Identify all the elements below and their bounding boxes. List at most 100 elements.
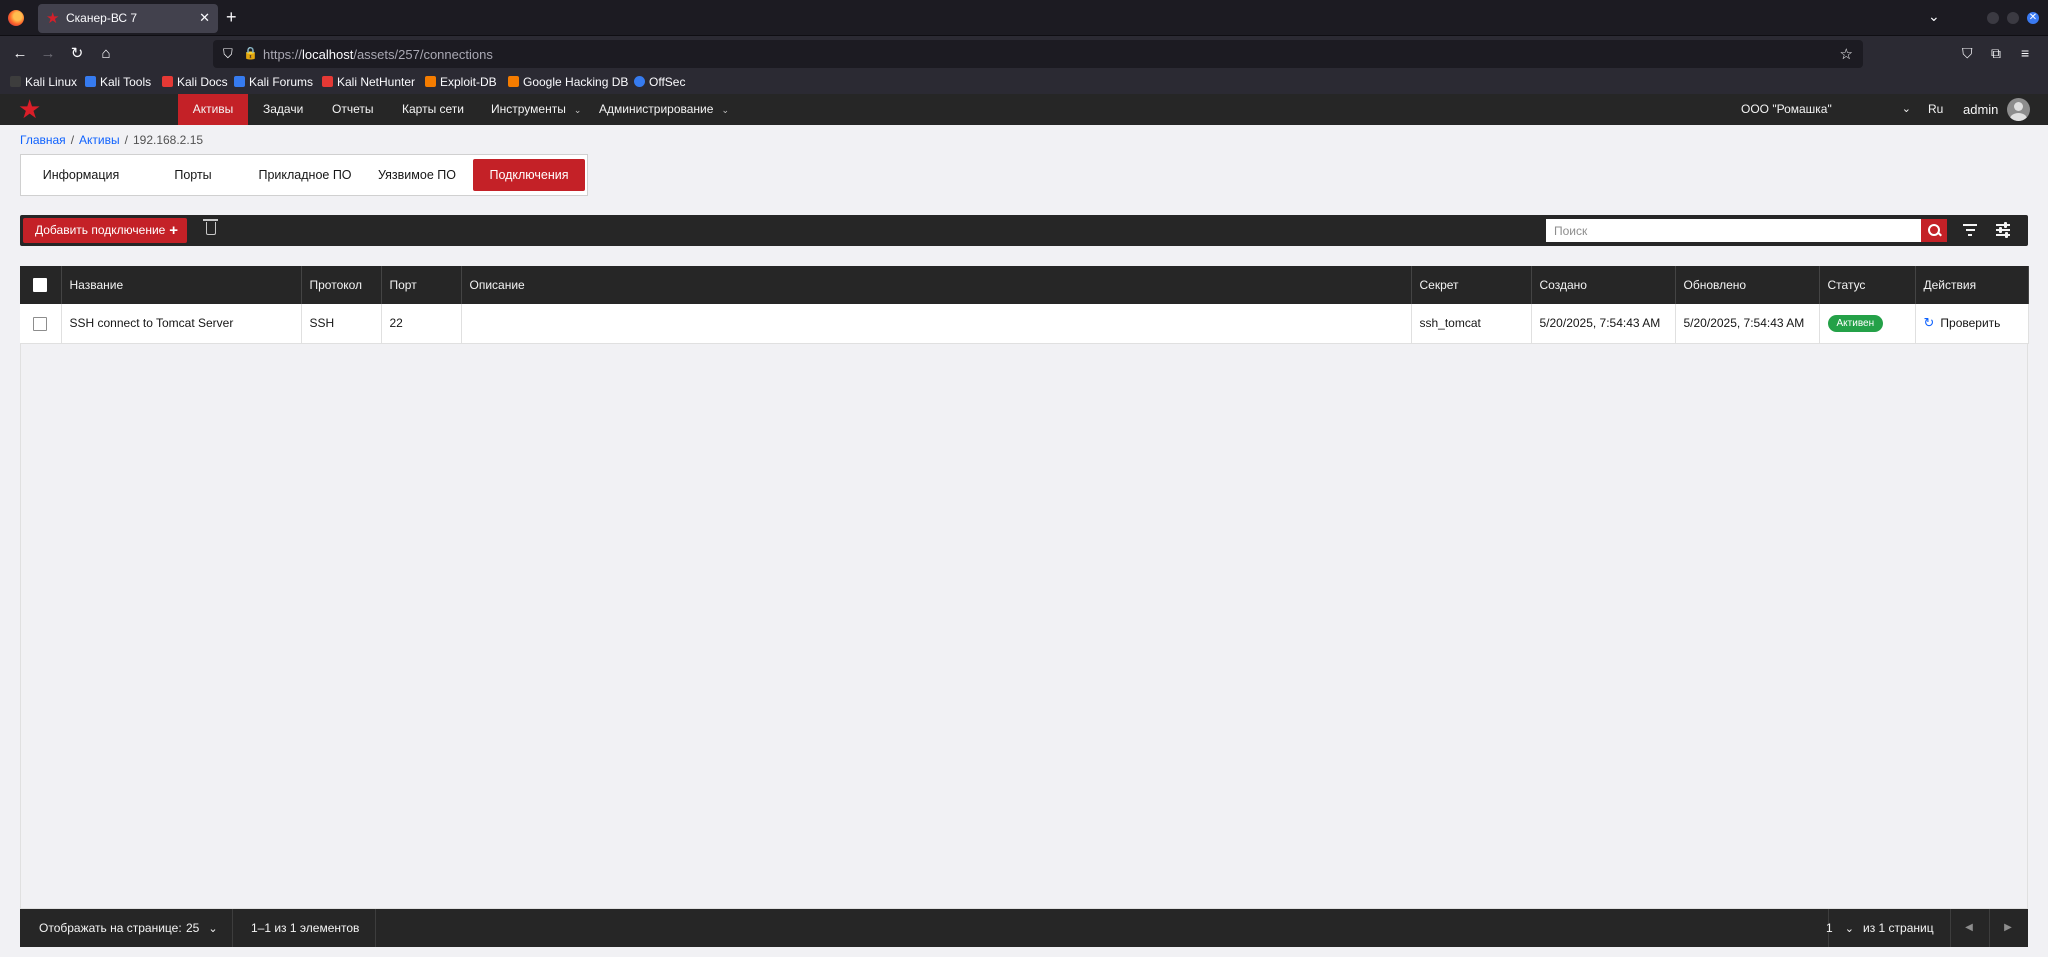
lock-icon[interactable]: 🔒	[243, 46, 258, 60]
cell-secret: ssh_tomcat	[1411, 304, 1532, 343]
add-connection-button[interactable]: Добавить подключение +	[23, 218, 187, 243]
close-window-icon[interactable]: ✕	[2027, 12, 2039, 24]
previous-page-icon[interactable]: ◀	[1950, 909, 1988, 947]
column-header-port[interactable]: Порт	[381, 266, 462, 304]
chevron-down-icon: ⌄	[1901, 103, 1911, 115]
chevron-down-icon: ⌄	[1844, 923, 1854, 935]
chevron-down-icon: ⌄	[721, 105, 729, 115]
column-header-description[interactable]: Описание	[461, 266, 1412, 304]
exploit-db-icon	[425, 76, 436, 87]
browser-tab-strip: ★ Сканер-ВС 7 ✕ + ⌄ ✕	[0, 0, 2048, 36]
new-tab-icon[interactable]: +	[226, 7, 237, 27]
tab-application-software[interactable]: Прикладное ПО	[249, 159, 361, 191]
minimize-window-icon[interactable]	[1987, 12, 1999, 24]
bookmark-kali-tools[interactable]: Kali Tools	[85, 75, 151, 89]
column-header-status[interactable]: Статус	[1819, 266, 1916, 304]
bookmark-kali-docs[interactable]: Kali Docs	[162, 75, 228, 89]
extensions-icon[interactable]: ⧉	[1991, 45, 2001, 62]
items-range-text: 1–1 из 1 элементов	[251, 921, 360, 935]
column-header-secret[interactable]: Секрет	[1411, 266, 1532, 304]
tab-connections[interactable]: Подключения	[473, 159, 585, 191]
bookmark-star-icon[interactable]: ☆	[1840, 45, 1853, 63]
bookmark-exploit-db[interactable]: Exploit-DB	[425, 75, 497, 89]
tab-ports[interactable]: Порты	[137, 159, 249, 191]
browser-tab-title: Сканер-ВС 7	[66, 11, 138, 25]
cell-updated: 5/20/2025, 7:54:43 AM	[1675, 304, 1820, 343]
bookmarks-bar: Kali Linux Kali Tools Kali Docs Kali For…	[0, 72, 2048, 94]
connections-table: Название Протокол Порт Описание Секрет С…	[20, 266, 2029, 909]
per-page-select[interactable]: 25 ⌄	[186, 909, 218, 947]
column-header-created[interactable]: Создано	[1531, 266, 1676, 304]
chevron-down-icon[interactable]: ⌄	[1928, 8, 1940, 25]
firefox-logo-icon[interactable]	[8, 10, 24, 26]
menu-item-assets[interactable]: Активы	[178, 94, 248, 125]
tab-vulnerable-software[interactable]: Уязвимое ПО	[361, 159, 473, 191]
menu-item-reports[interactable]: Отчеты	[317, 94, 388, 125]
menu-icon[interactable]: ≡	[2021, 45, 2029, 61]
select-all-cell	[20, 266, 62, 304]
cell-name: SSH connect to Tomcat Server	[61, 304, 302, 343]
browser-navigation-bar: ← → ↻ ⌂ ⛉ 🔒 https://localhost/assets/257…	[0, 36, 2048, 72]
status-badge: Активен	[1827, 314, 1884, 332]
kali-docs-icon	[162, 76, 173, 87]
check-connection-button[interactable]: ↻ Проверить	[1923, 315, 2001, 331]
bookmark-google-hacking-db[interactable]: Google Hacking DB	[508, 75, 628, 89]
app-logo-star-icon[interactable]: ★	[18, 96, 41, 122]
shield-icon[interactable]: ⛉	[223, 46, 233, 62]
menu-item-tasks[interactable]: Задачи	[248, 94, 318, 125]
tab-information[interactable]: Информация	[25, 159, 137, 191]
select-all-checkbox[interactable]	[33, 278, 47, 293]
maximize-window-icon[interactable]	[2007, 12, 2019, 24]
url-text[interactable]: https://localhost/assets/257/connections	[263, 47, 493, 62]
page-select[interactable]: 1 ⌄	[1826, 909, 1854, 947]
ghdb-icon	[508, 76, 519, 87]
table-header-row: Название Протокол Порт Описание Секрет С…	[20, 266, 2029, 304]
breadcrumb-home[interactable]: Главная	[20, 133, 66, 147]
table-row[interactable]: SSH connect to Tomcat Server SSH 22 ssh_…	[20, 304, 2029, 343]
column-header-name[interactable]: Название	[61, 266, 302, 304]
cell-port: 22	[381, 304, 462, 343]
menu-item-network-maps[interactable]: Карты сети	[387, 94, 479, 125]
address-bar[interactable]: ⛉ 🔒 https://localhost/assets/257/connect…	[213, 40, 1863, 68]
user-avatar-icon[interactable]	[2007, 98, 2030, 121]
kali-icon	[10, 76, 21, 87]
bookmark-kali-nethunter[interactable]: Kali NetHunter	[322, 75, 415, 89]
menu-item-administration[interactable]: Администрирование ⌄	[584, 94, 744, 125]
asset-tabs: Информация Порты Прикладное ПО Уязвимое …	[20, 154, 588, 196]
user-name[interactable]: admin	[1963, 94, 1998, 125]
back-icon[interactable]: ←	[10, 44, 30, 64]
language-switch[interactable]: Ru	[1928, 94, 1943, 125]
search-input[interactable]	[1546, 219, 1921, 242]
bookmark-kali-forums[interactable]: Kali Forums	[234, 75, 313, 89]
reload-icon[interactable]: ↻	[67, 44, 87, 64]
refresh-icon: ↻	[1923, 315, 1935, 331]
page-content: Главная / Активы/192.168.2.15 Информация П…	[0, 125, 2048, 957]
trash-icon[interactable]	[203, 219, 218, 235]
column-header-updated[interactable]: Обновлено	[1675, 266, 1820, 304]
column-header-protocol[interactable]: Протокол	[301, 266, 382, 304]
column-settings-icon[interactable]	[1996, 222, 2010, 238]
filter-icon[interactable]	[1963, 224, 1977, 236]
kali-tools-icon	[85, 76, 96, 87]
next-page-icon[interactable]: ▶	[1989, 909, 2027, 947]
row-select-cell	[20, 304, 62, 343]
table-toolbar: Добавить подключение +	[20, 215, 2028, 246]
per-page-label: Отображать на странице:	[39, 921, 182, 935]
close-tab-icon[interactable]: ✕	[199, 10, 210, 26]
pocket-icon[interactable]: ⛉	[1962, 45, 1973, 62]
breadcrumb-assets[interactable]: Активы	[79, 133, 120, 147]
column-header-actions: Действия	[1915, 266, 2029, 304]
cell-created: 5/20/2025, 7:54:43 AM	[1531, 304, 1676, 343]
breadcrumb: Главная / Активы/192.168.2.15	[20, 133, 204, 147]
home-icon[interactable]: ⌂	[96, 44, 116, 64]
row-checkbox[interactable]	[33, 316, 47, 331]
menu-item-tools[interactable]: Инструменты ⌄	[476, 94, 596, 125]
bookmark-offsec[interactable]: OffSec	[634, 75, 685, 89]
browser-tab-active[interactable]: ★ Сканер-ВС 7 ✕	[38, 4, 218, 33]
bookmark-kali-linux[interactable]: Kali Linux	[10, 75, 77, 89]
search-icon[interactable]	[1921, 219, 1947, 242]
organization-select[interactable]: ООО "Ромашка" ⌄	[1741, 94, 1911, 125]
forward-icon[interactable]: →	[38, 44, 58, 64]
chevron-down-icon: ⌄	[573, 105, 582, 115]
page-total-text: из 1 страниц	[1863, 921, 1934, 935]
